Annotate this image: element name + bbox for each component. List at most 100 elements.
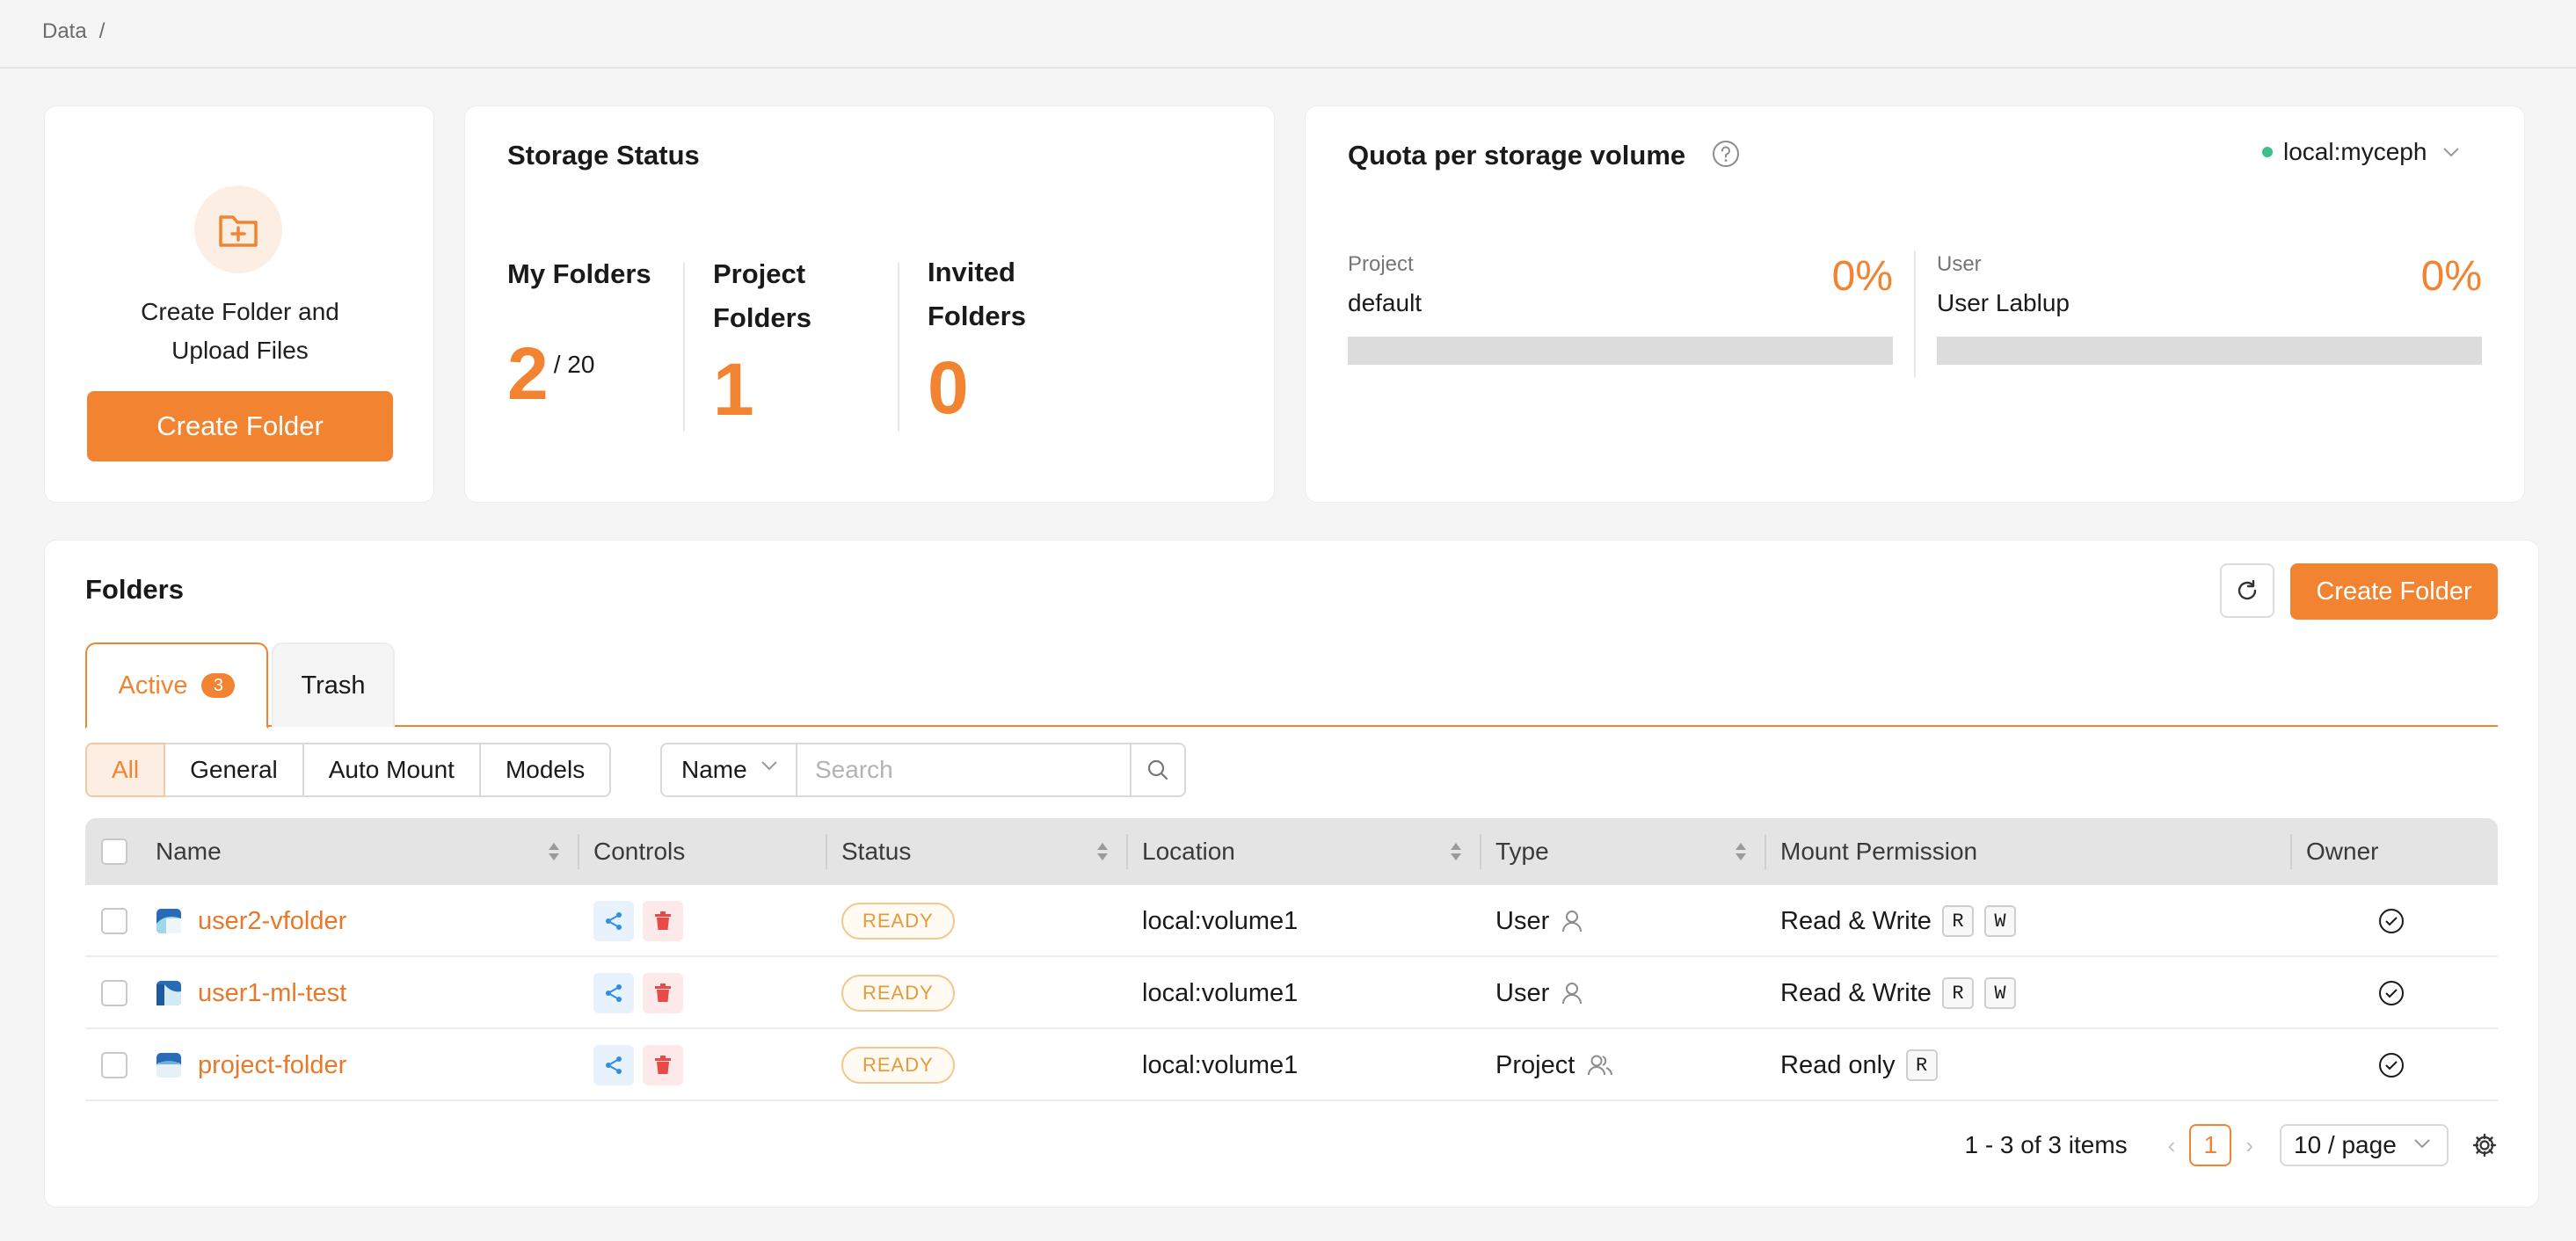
question-circle-icon[interactable]: [1712, 140, 1740, 168]
column-type[interactable]: Type: [1495, 818, 1549, 885]
page-size-value: 10 / page: [2294, 1131, 2397, 1158]
controls-cell: [593, 885, 692, 957]
column-controls: Controls: [593, 838, 686, 865]
chevron-right-icon[interactable]: ›: [2245, 1132, 2253, 1159]
check-circle-icon: [2379, 909, 2404, 933]
delete-button[interactable]: [643, 973, 683, 1013]
sort-icon[interactable]: [1448, 839, 1464, 864]
sort-icon[interactable]: [546, 839, 562, 864]
chevron-left-icon[interactable]: ‹: [2168, 1132, 2176, 1159]
delete-button[interactable]: [643, 1045, 683, 1085]
invited-folders-label-1: Invited: [928, 257, 1015, 287]
folders-card: Folders Create Folder Active 3 Trash All…: [44, 540, 2539, 1208]
refresh-icon: [2238, 579, 2257, 600]
controls-cell: [593, 957, 692, 1029]
my-folders-max: / 20: [553, 351, 595, 378]
sort-icon[interactable]: [1733, 839, 1749, 864]
page-current[interactable]: 1: [2189, 1124, 2232, 1166]
filter-all[interactable]: All: [85, 743, 166, 797]
permission-cell: Read only R: [1780, 1029, 1938, 1101]
sort-icon[interactable]: [1095, 839, 1110, 864]
user-quota-bar: [1937, 337, 2482, 365]
search-button[interactable]: [1132, 743, 1186, 797]
folder-name-link[interactable]: project-folder: [198, 1051, 346, 1080]
permission-cell: Read & Write R W: [1780, 957, 2016, 1029]
filter-models[interactable]: Models: [478, 743, 612, 797]
write-key: W: [1983, 977, 2016, 1009]
location-cell: local:volume1: [1142, 978, 1299, 1007]
chevron-down-icon: [2414, 1139, 2430, 1149]
select-all-checkbox[interactable]: [101, 818, 127, 885]
page-size-select[interactable]: 10 / page: [2280, 1124, 2449, 1166]
breadcrumb-separator: /: [98, 19, 106, 43]
column-location[interactable]: Location: [1142, 818, 1235, 885]
quota-card: Quota per storage volume local:myceph Pr…: [1305, 105, 2525, 503]
search-group: Name: [660, 743, 1186, 797]
tab-active[interactable]: Active 3: [85, 642, 268, 729]
type-cell: User: [1495, 957, 1583, 1029]
column-status[interactable]: Status: [841, 818, 911, 885]
create-folder-button[interactable]: Create Folder: [87, 391, 393, 461]
share-button[interactable]: [593, 901, 634, 941]
search-field-select[interactable]: Name: [660, 743, 797, 797]
breadcrumb-data[interactable]: Data: [42, 19, 87, 43]
status-badge: READY: [841, 975, 955, 1012]
column-name[interactable]: Name: [156, 818, 222, 885]
status-cell: READY: [841, 885, 955, 957]
stat-divider: [683, 263, 685, 432]
delete-button[interactable]: [643, 901, 683, 941]
user-quota-name: User Lablup: [1937, 289, 2070, 316]
chevron-down-icon: [2443, 148, 2460, 157]
storage-volume-select[interactable]: local:myceph: [2262, 138, 2460, 166]
permission-label: Read & Write: [1780, 978, 1932, 1007]
folder-filter-segmented: All General Auto Mount Models: [85, 743, 612, 797]
quota-title: Quota per storage volume: [1348, 140, 1686, 171]
project-folders-label-1: Project: [713, 258, 806, 289]
controls-cell: [593, 1029, 692, 1101]
folder-name-link[interactable]: user2-vfolder: [198, 907, 346, 936]
tab-trash[interactable]: Trash: [272, 642, 395, 727]
owner-cell: [2378, 957, 2405, 1029]
owner-cell: [2378, 885, 2405, 957]
column-divider: [1480, 834, 1481, 869]
gear-icon[interactable]: [2471, 1132, 2498, 1158]
folder-name-link[interactable]: user1-ml-test: [198, 979, 346, 1008]
owner-cell: [2378, 1029, 2405, 1101]
project-quota-bar: [1348, 337, 1893, 365]
my-folders-value: 2: [507, 332, 549, 415]
user-quota: User User Lablup 0%: [1937, 252, 2482, 365]
filter-auto-mount[interactable]: Auto Mount: [302, 743, 481, 797]
column-divider: [1126, 834, 1128, 869]
project-folders-stat: Project Folders 1: [713, 252, 811, 426]
type-label: User: [1495, 906, 1550, 935]
folder-thumb-icon: [156, 909, 181, 933]
folders-table: Name Controls Status Location Type Mount…: [85, 818, 2498, 1101]
create-folder-button-secondary[interactable]: Create Folder: [2290, 563, 2498, 620]
name-cell: project-folder: [156, 1029, 346, 1101]
share-button[interactable]: [593, 1045, 634, 1085]
location-cell: local:volume1: [1142, 1050, 1299, 1079]
pagination-info: 1 - 3 of 3 items: [1964, 1131, 2128, 1158]
permission-label: Read & Write: [1780, 906, 1932, 935]
folder-tabs: Active 3 Trash: [85, 642, 2498, 729]
stat-divider: [898, 263, 899, 432]
trash-icon: [655, 983, 671, 1002]
row-checkbox[interactable]: [101, 957, 127, 1029]
name-cell: user1-ml-test: [156, 957, 346, 1029]
trash-icon: [655, 1056, 671, 1074]
share-button[interactable]: [593, 973, 634, 1013]
search-input[interactable]: [797, 743, 1132, 797]
refresh-button[interactable]: [2220, 563, 2274, 618]
user-icon: [1562, 911, 1583, 933]
status-cell: READY: [841, 957, 955, 1029]
folder-plus-icon: [194, 185, 282, 273]
check-circle-icon: [2379, 1053, 2404, 1078]
permission-cell: Read & Write R W: [1780, 885, 2016, 957]
breadcrumb: Data /: [42, 19, 105, 44]
project-quota: Project default 0%: [1348, 252, 1893, 365]
column-mount-permission: Mount Permission: [1780, 838, 1978, 865]
volume-status-dot: [2262, 147, 2273, 157]
filter-general[interactable]: General: [164, 743, 304, 797]
row-checkbox[interactable]: [101, 885, 127, 957]
row-checkbox[interactable]: [101, 1029, 127, 1101]
